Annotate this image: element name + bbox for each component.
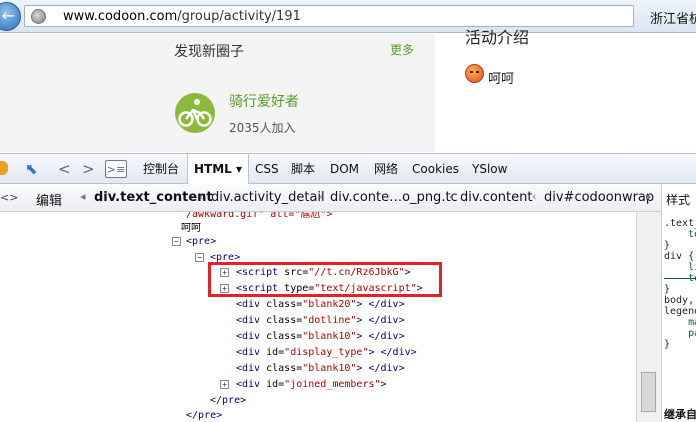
url-text: www.codoon.com/group/activity/191	[63, 9, 301, 24]
tab-style[interactable]: 样式	[666, 191, 690, 208]
back-arrow-icon: ←	[1, 6, 15, 25]
globe-icon	[31, 9, 46, 24]
style-rules: .text_ te}div { li te}body,legend ma pa}	[664, 218, 696, 350]
discover-section: 发现新圈子 更多 骑行爱好者 2035人加入	[0, 34, 435, 152]
breadcrumb-item[interactable]: div#codoonwrap	[544, 190, 654, 205]
separator-icon: ‹	[199, 190, 204, 203]
address-bar: ← www.codoon.com/group/activity/191 浙江省杭	[0, 0, 696, 33]
tab-network[interactable]: 网络	[374, 154, 398, 185]
tree-text-node: 呵呵	[181, 223, 201, 234]
command-line-icon[interactable]: >≡	[105, 160, 127, 178]
activity-text: 呵呵	[488, 72, 515, 87]
tree-node-pre-inner-close: </pre>	[210, 395, 247, 406]
expand-toggle-icon[interactable]: +	[220, 380, 229, 389]
tree-node-joined-members[interactable]: <div id="joined_members">	[236, 378, 387, 391]
inherited-from-label: 继承自	[664, 408, 696, 421]
separator-icon: ‹	[449, 190, 454, 203]
tree-node-div[interactable]: <div class="blank10"> </div>	[236, 330, 405, 343]
region-label: 浙江省杭	[650, 12, 696, 27]
scrollbar-thumb[interactable]	[641, 372, 656, 412]
circle-name-link[interactable]: 骑行爱好者	[229, 91, 299, 111]
breadcrumb-item[interactable]: div.content	[460, 190, 532, 205]
tab-console[interactable]: 控制台	[143, 154, 179, 185]
html-tree: /awkward.gif" alt="尴尬"> 呵呵 − <pre> − <pr…	[0, 212, 636, 422]
tab-script[interactable]: 脚本	[291, 154, 315, 185]
more-link[interactable]: 更多	[390, 41, 414, 58]
edit-button[interactable]: 编辑	[36, 190, 62, 209]
devtools-toolbar: ⬉ < > >≡ 控制台 HTML ▾ CSS 脚本 DOM 网络 Cookie…	[0, 153, 696, 186]
inspect-element-icon[interactable]: ⬉	[25, 160, 38, 178]
tree-node-div[interactable]: <div class="dotline"> </div>	[236, 314, 405, 327]
circle-member-count: 2035人加入	[229, 121, 296, 135]
tab-cookies[interactable]: Cookies	[412, 154, 459, 185]
breadcrumb-item[interactable]: div.activity_detail	[211, 190, 325, 205]
activity-intro-section: 活动介绍 呵呵	[435, 28, 696, 152]
tab-css[interactable]: CSS	[255, 154, 279, 185]
cycling-avatar[interactable]	[175, 93, 215, 133]
tab-yslow[interactable]: YSlow	[472, 154, 507, 185]
separator-icon: ◂	[80, 190, 86, 203]
tree-scrollbar[interactable]	[636, 212, 661, 422]
firebug-icon[interactable]	[0, 161, 8, 175]
collapse-toggle-icon[interactable]: −	[195, 253, 204, 262]
tree-node-div[interactable]: <div class="blank10"> </div>	[236, 362, 405, 375]
tree-node-div[interactable]: <div class="blank20"> </div>	[236, 298, 405, 311]
tree-line-cut: /awkward.gif" alt="尴尬">	[186, 212, 333, 220]
activity-heading: 活动介绍	[465, 28, 530, 47]
tree-node-pre[interactable]: <pre>	[186, 235, 216, 248]
panel-toggle-icon[interactable]: <>	[0, 191, 18, 204]
tree-node-pre-close: </pre>	[186, 410, 223, 421]
breadcrumb: <> 编辑 ◂ div.text_content ‹ div.activity_…	[0, 184, 661, 212]
discover-title: 发现新圈子	[174, 44, 244, 60]
collapse-toggle-icon[interactable]: −	[172, 237, 181, 246]
forward-arrow-icon[interactable]: >	[82, 160, 95, 178]
style-panel: 样式 .text_ te}div { li te}body,legend ma …	[661, 184, 696, 422]
separator-icon: ‹	[319, 190, 324, 203]
separator-icon: ‹	[532, 190, 537, 203]
scroll-right-icon[interactable]: ▸	[646, 190, 652, 203]
back-button[interactable]: ←	[0, 2, 21, 31]
tree-node-div[interactable]: <div id="display_type"> </div>	[236, 346, 417, 359]
highlight-annotation	[208, 262, 442, 297]
url-input[interactable]: www.codoon.com/group/activity/191	[24, 5, 634, 27]
tab-dom[interactable]: DOM	[330, 154, 359, 185]
tab-html[interactable]: HTML ▾	[187, 154, 250, 186]
back-arrow-icon[interactable]: <	[58, 160, 71, 178]
breadcrumb-item[interactable]: div.text_content	[94, 190, 213, 205]
bicycle-icon	[178, 99, 212, 127]
angry-emoji-icon	[465, 64, 484, 83]
breadcrumb-item[interactable]: div.conte…o_png.tc	[330, 190, 458, 205]
